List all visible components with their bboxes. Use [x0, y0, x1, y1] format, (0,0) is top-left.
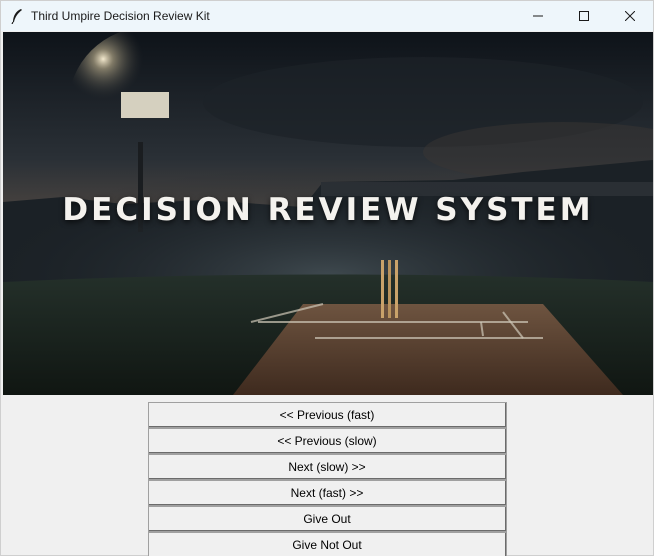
next-slow-button[interactable]: Next (slow) >> — [148, 454, 507, 480]
banner-headline: DECISION REVIEW SYSTEM — [62, 192, 594, 228]
window-title: Third Umpire Decision Review Kit — [31, 9, 210, 23]
next-fast-button[interactable]: Next (fast) >> — [148, 480, 507, 506]
feather-icon — [9, 8, 25, 24]
previous-slow-button[interactable]: << Previous (slow) — [148, 428, 507, 454]
give-out-button[interactable]: Give Out — [148, 506, 507, 532]
banner-image: DECISION REVIEW SYSTEM — [3, 32, 653, 395]
previous-fast-button[interactable]: << Previous (fast) — [148, 402, 507, 428]
minimize-icon — [533, 11, 543, 21]
minimize-button[interactable] — [515, 1, 561, 31]
maximize-icon — [579, 11, 589, 21]
close-button[interactable] — [607, 1, 653, 31]
maximize-button[interactable] — [561, 1, 607, 31]
app-window: Third Umpire Decision Review Kit DECISIO… — [0, 0, 654, 556]
give-not-out-button[interactable]: Give Not Out — [148, 532, 507, 556]
window-controls — [515, 1, 653, 31]
review-controls: << Previous (fast) << Previous (slow) Ne… — [148, 402, 507, 556]
title-bar[interactable]: Third Umpire Decision Review Kit — [1, 1, 653, 31]
close-icon — [625, 11, 635, 21]
